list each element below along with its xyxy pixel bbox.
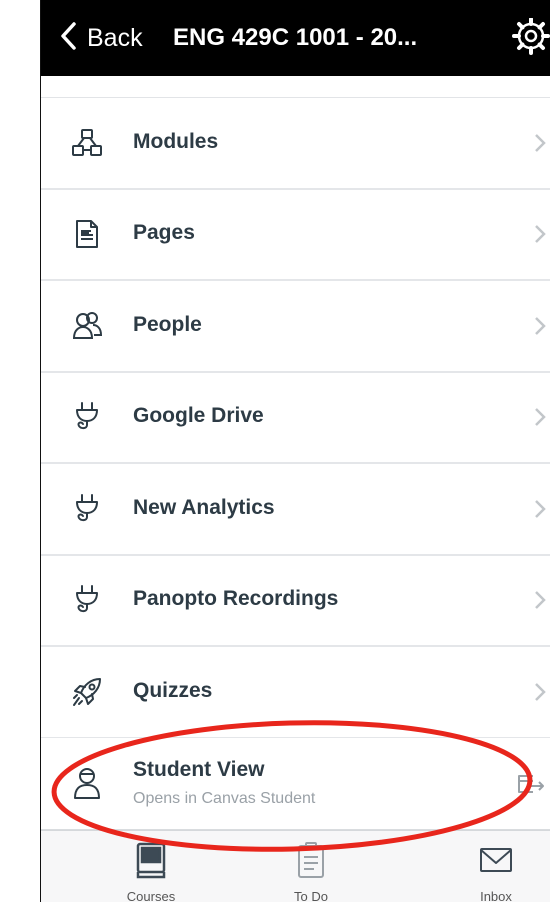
plug-icon <box>71 493 103 525</box>
mail-icon <box>478 841 514 881</box>
menu-item-new-analytics[interactable]: New Analytics <box>41 464 550 556</box>
chevron-right-icon <box>533 589 547 611</box>
bottom-tab-bar: Courses To Do Inbox <box>41 830 550 902</box>
chevron-left-icon <box>59 21 79 56</box>
page-document-icon <box>71 218 103 250</box>
chevron-right-icon <box>533 406 547 428</box>
menu-item-people[interactable]: People <box>41 281 550 373</box>
chevron-right-icon <box>533 315 547 337</box>
menu-item-quizzes[interactable]: Quizzes <box>41 647 550 739</box>
student-view-title: Student View <box>133 758 265 781</box>
plug-icon <box>71 401 103 433</box>
settings-button[interactable] <box>511 18 550 58</box>
courses-icon <box>133 841 169 881</box>
menu-item-label: Quizzes <box>133 678 213 702</box>
chevron-right-icon <box>533 498 547 520</box>
back-label: Back <box>87 23 143 52</box>
menu-item-pages[interactable]: Pages <box>41 189 550 281</box>
tab-to-do[interactable]: To Do <box>246 831 376 902</box>
gear-icon <box>511 18 550 58</box>
clipboard-icon <box>293 841 329 881</box>
student-icon <box>71 766 103 800</box>
course-menu-list: Modules Pages People Google Drive New An… <box>41 98 550 739</box>
tab-label: To Do <box>294 889 328 902</box>
tab-label: Inbox <box>480 889 512 902</box>
menu-item-label: Pages <box>133 221 195 245</box>
external-link-icon <box>513 772 547 796</box>
tab-label: Courses <box>126 889 176 902</box>
top-navigation-bar: Back ENG 429C 1001 - 20... <box>41 0 550 76</box>
tab-inbox[interactable]: Inbox <box>431 831 550 902</box>
menu-item-label: Modules <box>133 129 219 153</box>
menu-item-modules[interactable]: Modules <box>41 98 550 190</box>
menu-item-label: Panopto Recordings <box>133 587 339 611</box>
chevron-right-icon <box>533 681 547 703</box>
menu-item-label: New Analytics <box>133 495 275 519</box>
back-button[interactable]: Back <box>59 0 143 76</box>
modules-icon <box>71 127 103 159</box>
menu-item-label: Google Drive <box>133 404 264 428</box>
list-top-spacer <box>41 76 550 98</box>
people-icon <box>71 310 103 342</box>
plug-icon <box>71 584 103 616</box>
menu-item-student-view[interactable]: Student View Opens in Canvas Student <box>41 738 550 830</box>
menu-item-label: People <box>133 312 202 336</box>
page-title: ENG 429C 1001 - 20... <box>173 24 418 51</box>
rocket-icon <box>71 676 103 708</box>
course-screen: Back ENG 429C 1001 - 20... Modules Pages… <box>40 0 550 902</box>
menu-item-google-drive[interactable]: Google Drive <box>41 372 550 464</box>
menu-item-panopto-recordings[interactable]: Panopto Recordings <box>41 555 550 647</box>
chevron-right-icon <box>533 223 547 245</box>
chevron-right-icon <box>533 132 547 154</box>
tab-courses[interactable]: Courses <box>86 831 216 902</box>
student-view-subtitle: Opens in Canvas Student <box>133 790 316 807</box>
